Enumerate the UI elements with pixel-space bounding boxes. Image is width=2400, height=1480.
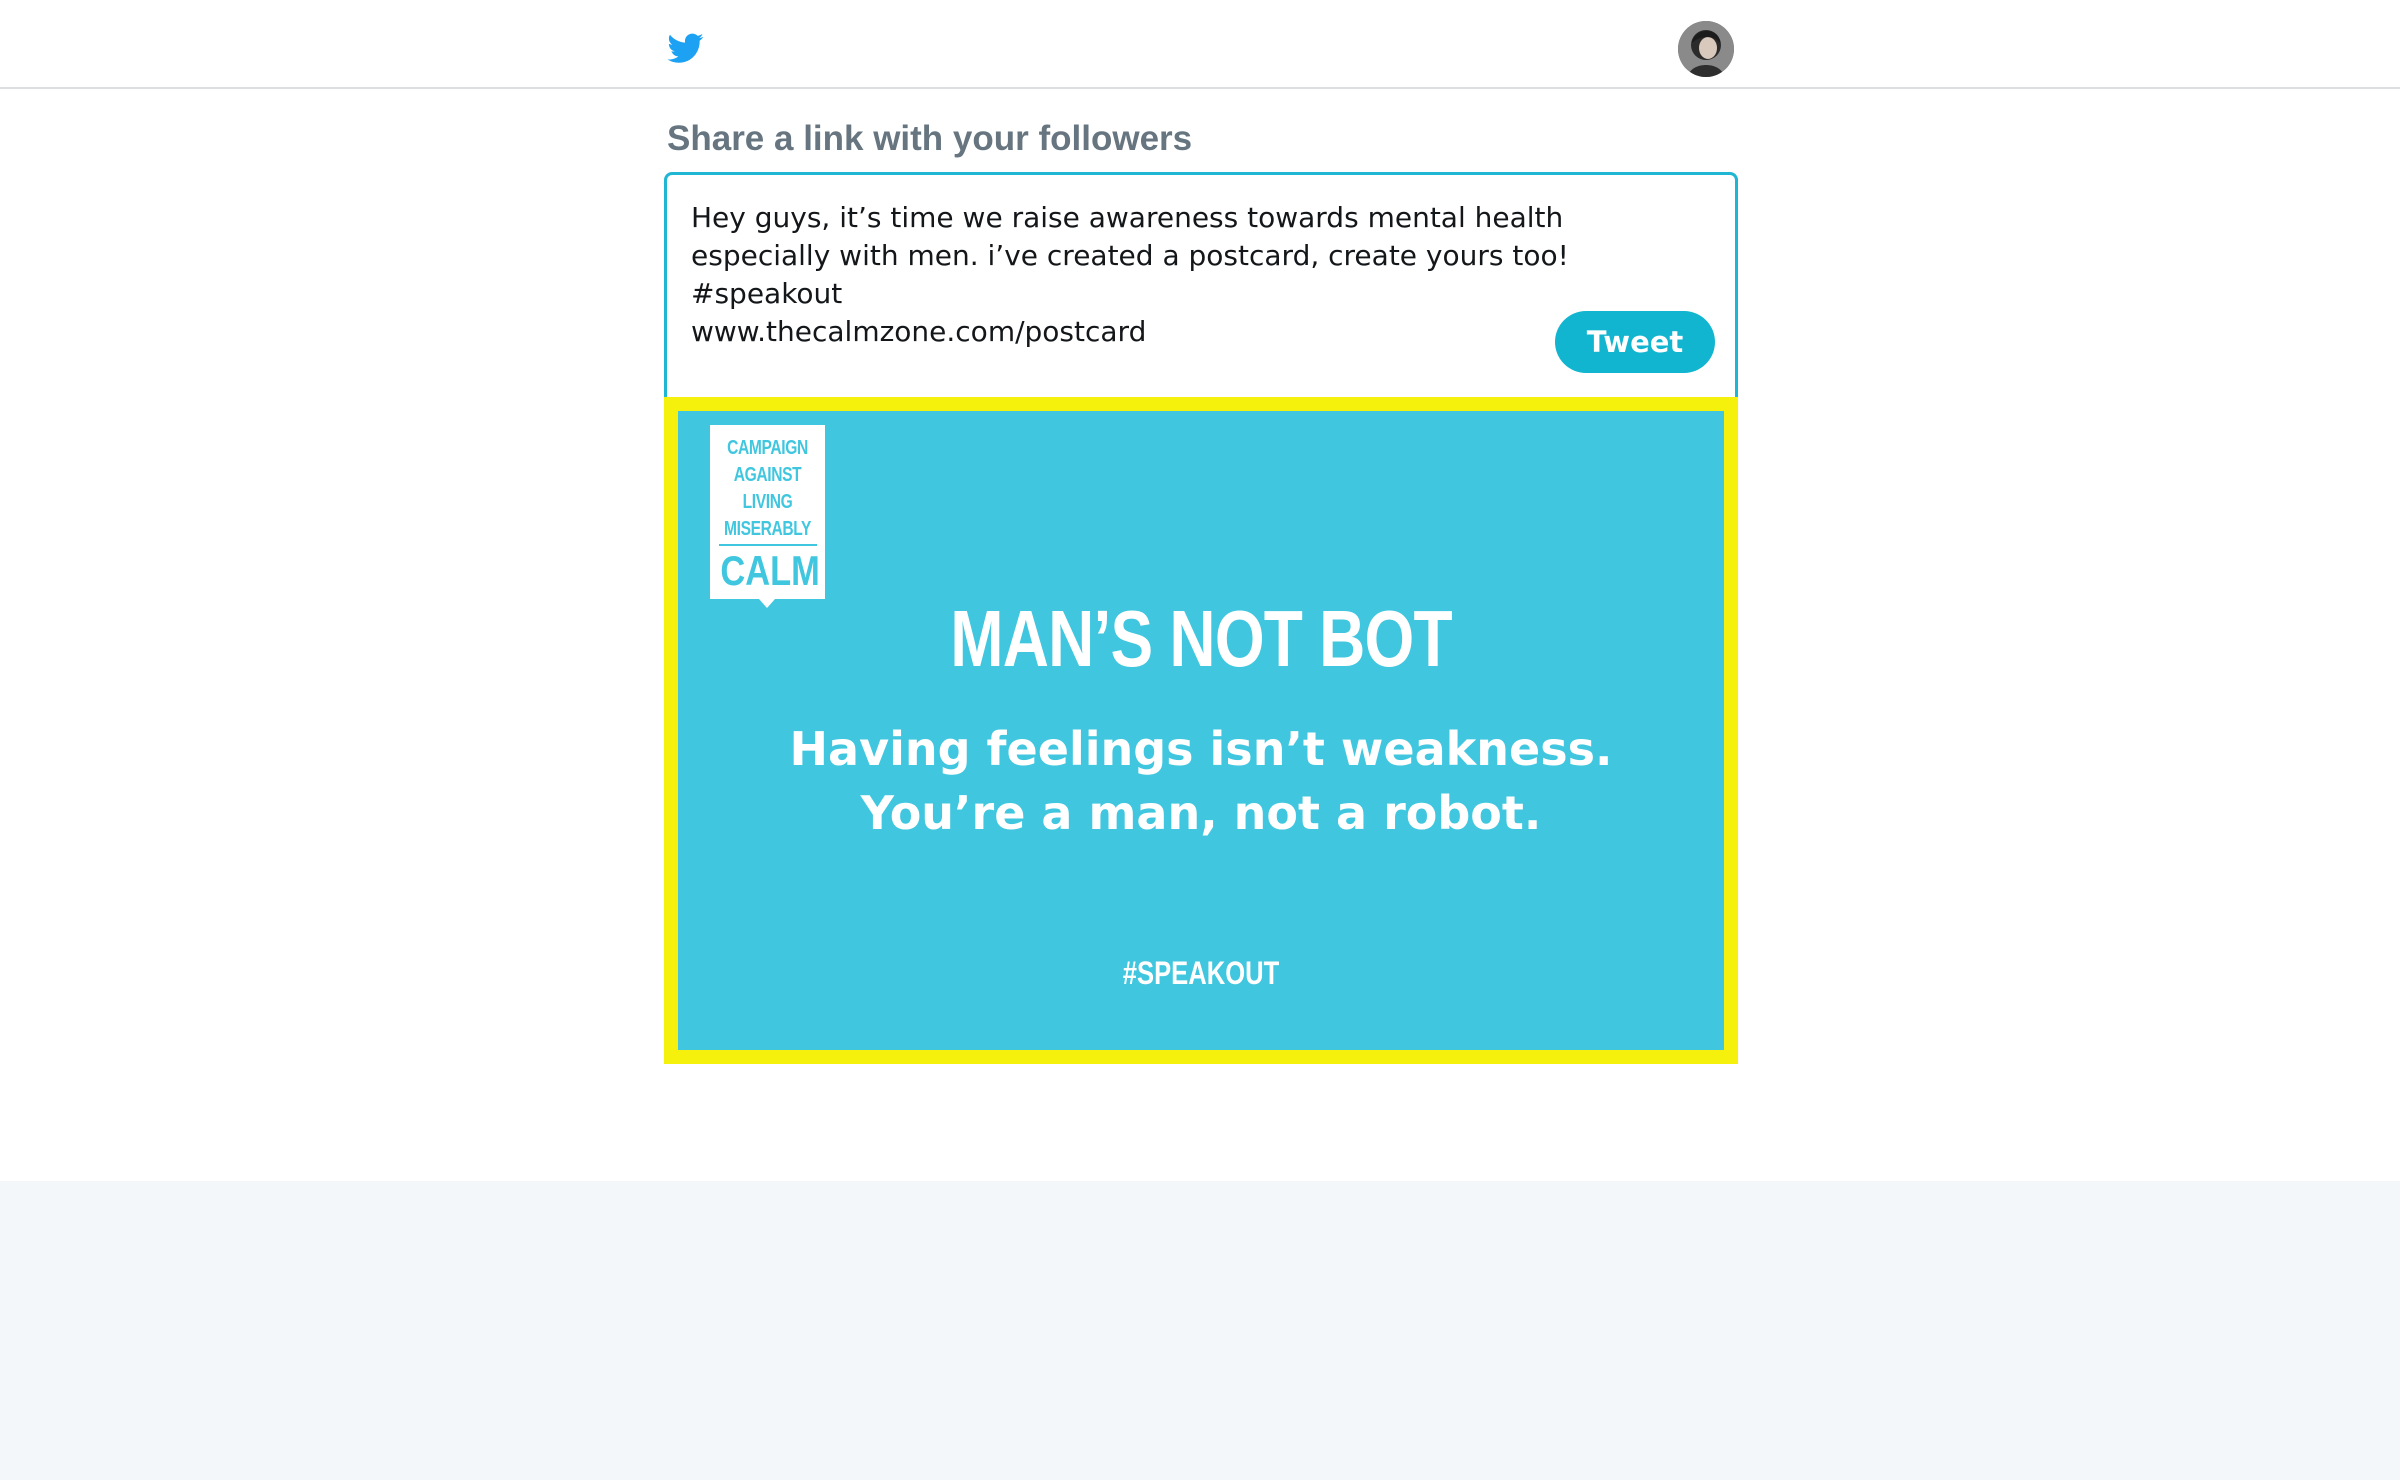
tweet-text-field[interactable]: Hey guys, it’s time we raise awareness t…: [691, 199, 1701, 313]
user-avatar[interactable]: [1678, 21, 1734, 77]
twitter-bird-icon[interactable]: [666, 30, 706, 66]
tweet-button[interactable]: Tweet: [1555, 311, 1715, 373]
postcard-headline: MAN’S NOT BOT: [950, 594, 1452, 683]
logo-divider: [718, 544, 817, 546]
postcard-preview[interactable]: CAMPAIGN AGAINST LIVING MISERABLY CALM M…: [678, 411, 1724, 1050]
share-heading: Share a link with your followers: [667, 119, 1193, 158]
tweet-composer[interactable]: Hey guys, it’s time we raise awareness t…: [664, 172, 1738, 398]
tweet-link-url[interactable]: www.thecalmzone.com/postcard: [691, 313, 1391, 351]
logo-line-1: CAMPAIGN: [727, 437, 808, 459]
logo-brand: CALM: [720, 547, 820, 594]
postcard-highlight-frame: CAMPAIGN AGAINST LIVING MISERABLY CALM M…: [664, 397, 1738, 1064]
top-navigation-bar: [0, 0, 2400, 89]
logo-line-2: AGAINST: [733, 464, 802, 486]
logo-line-4: MISERABLY: [724, 518, 811, 540]
calm-logo: CAMPAIGN AGAINST LIVING MISERABLY CALM: [710, 425, 825, 608]
postcard-message-line-1: Having feelings isn’t weakness.: [789, 722, 1613, 776]
page-footer-background: [0, 1181, 2400, 1480]
logo-line-3: LIVING: [742, 491, 793, 513]
postcard-message-line-2: You’re a man, not a robot.: [860, 786, 1542, 840]
postcard-hashtag: #SPEAKOUT: [1122, 955, 1280, 991]
avatar-photo: [1678, 21, 1734, 77]
